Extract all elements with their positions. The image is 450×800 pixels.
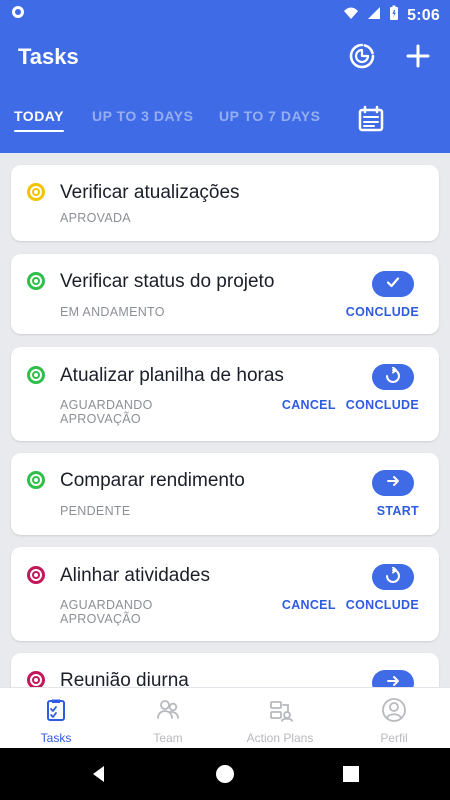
bottom-navigation: Tasks Team Action Plans Perfil — [0, 687, 450, 749]
task-card-4[interactable]: Comparar rendimento PENDENTE START — [11, 453, 439, 535]
tabs: TODAY UP TO 3 DAYS UP TO 7 DAYS — [0, 105, 450, 144]
card-actions: CANCEL CONCLUDE — [282, 598, 419, 612]
system-navigation-bar — [0, 748, 450, 800]
nav-tasks[interactable]: Tasks — [0, 688, 112, 749]
task-status: EM ANDAMENTO — [60, 305, 165, 319]
refresh-button[interactable] — [372, 364, 414, 390]
start-arrow-button[interactable] — [372, 670, 414, 687]
page-title: Tasks — [18, 44, 79, 69]
plus-icon[interactable] — [404, 42, 432, 70]
app-header: Tasks TODAY UP TO 3 DAYS UP TO 7 DAYS — [0, 28, 450, 153]
status-ring-icon — [27, 272, 45, 290]
conclude-button[interactable]: CONCLUDE — [346, 598, 419, 612]
check-icon — [385, 274, 401, 295]
task-title: Comparar rendimento — [60, 470, 245, 491]
task-status: AGUARDANDO APROVAÇÃO — [60, 398, 153, 426]
home-icon[interactable] — [212, 761, 238, 787]
start-button[interactable]: START — [377, 504, 419, 518]
tab-up-to-7-days[interactable]: UP TO 7 DAYS — [219, 108, 320, 124]
task-card-1[interactable]: Verificar atualizações APROVADA — [11, 165, 439, 241]
tab-today[interactable]: TODAY — [14, 108, 64, 132]
nav-label: Perfil — [380, 731, 408, 745]
status-time: 5:06 — [407, 6, 440, 24]
wifi-icon — [343, 6, 359, 25]
signal-icon — [367, 6, 381, 25]
check-button[interactable] — [372, 271, 414, 297]
nav-label: Tasks — [40, 731, 72, 745]
task-title: Alinhar atividades — [60, 565, 210, 586]
cancel-button[interactable]: CANCEL — [282, 398, 336, 412]
nav-label: Team — [153, 731, 183, 745]
task-status: APROVADA — [60, 211, 131, 225]
arrow-right-icon — [385, 473, 401, 494]
task-list: Verificar atualizações APROVADA Verifica… — [0, 153, 450, 687]
task-card-2[interactable]: Verificar status do projeto EM ANDAMENTO… — [11, 254, 439, 334]
action-plans-icon — [267, 697, 293, 723]
status-ring-icon — [27, 183, 45, 201]
status-ring-icon — [27, 566, 45, 584]
card-actions: CANCEL CONCLUDE — [282, 398, 419, 412]
status-icons: 5:06 — [343, 5, 440, 26]
task-title: Reunião diurna — [60, 670, 189, 687]
status-bar: 5:06 — [0, 0, 450, 28]
start-arrow-button[interactable] — [372, 470, 414, 496]
conclude-button[interactable]: CONCLUDE — [346, 398, 419, 412]
arrow-right-icon — [385, 673, 401, 688]
calendar-icon[interactable] — [356, 104, 386, 139]
status-ring-icon — [27, 471, 45, 489]
nav-action-plans[interactable]: Action Plans — [224, 688, 336, 749]
nav-label: Action Plans — [246, 731, 314, 745]
nav-team[interactable]: Team — [112, 688, 224, 749]
task-status: PENDENTE — [60, 504, 131, 518]
task-status: AGUARDANDO APROVAÇÃO — [60, 598, 153, 626]
task-card-3[interactable]: Atualizar planilha de horas AGUARDANDO A… — [11, 347, 439, 441]
tab-up-to-3-days[interactable]: UP TO 3 DAYS — [92, 108, 193, 124]
profile-icon — [381, 697, 407, 723]
refresh-icon — [384, 566, 402, 588]
refresh-icon — [384, 366, 402, 388]
back-icon[interactable] — [86, 761, 112, 787]
cancel-button[interactable]: CANCEL — [282, 598, 336, 612]
task-card-5[interactable]: Alinhar atividades AGUARDANDO APROVAÇÃO … — [11, 547, 439, 641]
battery-icon — [389, 5, 399, 26]
conclude-button[interactable]: CONCLUDE — [346, 305, 419, 319]
nav-perfil[interactable]: Perfil — [338, 688, 450, 749]
recent-apps-icon[interactable] — [338, 761, 364, 787]
notification-dot-icon — [12, 6, 24, 18]
team-icon — [155, 697, 181, 723]
status-ring-icon — [27, 366, 45, 384]
pie-chart-icon[interactable] — [348, 42, 376, 70]
tasks-icon — [43, 697, 69, 723]
status-ring-icon — [27, 671, 45, 687]
task-title: Verificar atualizações — [60, 182, 240, 203]
task-card-6[interactable]: Reunião diurna — [11, 653, 439, 687]
task-title: Verificar status do projeto — [60, 271, 275, 292]
refresh-button[interactable] — [372, 564, 414, 590]
task-title: Atualizar planilha de horas — [60, 365, 284, 386]
